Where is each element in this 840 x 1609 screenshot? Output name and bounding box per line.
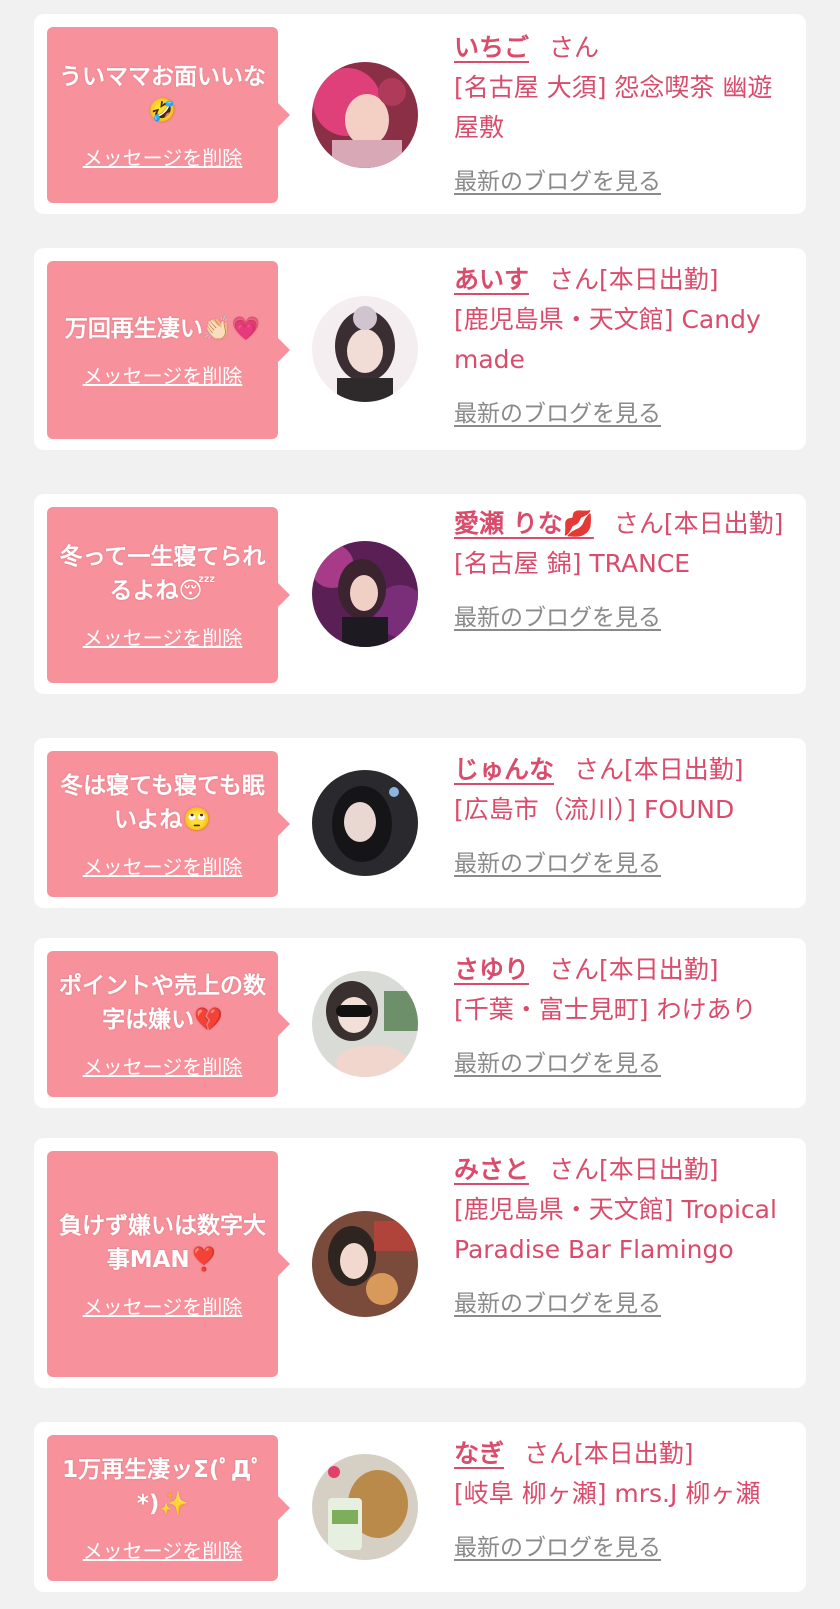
message-text: 冬って一生寝てられるよね😴 <box>59 543 266 604</box>
message-text: 負けず嫌いは数字大事MAN❣️ <box>59 1212 266 1273</box>
cast-name-link[interactable]: さゆり <box>454 955 529 984</box>
shop-name: [広島市（流川）] FOUND <box>454 795 735 824</box>
cast-info: 愛瀬 りな💋 さん[本日出勤] [名古屋 錦] TRANCE 最新のブログを見る <box>454 504 792 632</box>
name-line: いちご さん <box>454 28 792 68</box>
delete-message-link[interactable]: メッセージを削除 <box>83 142 243 171</box>
status-badge: [本日出勤] <box>599 1155 719 1184</box>
latest-blog-link[interactable]: 最新のブログを見る <box>454 162 661 196</box>
shop-name: [名古屋 錦] TRANCE <box>454 549 691 578</box>
status-badge: [本日出勤] <box>599 265 719 294</box>
profile-photo-dark-icon <box>312 770 418 876</box>
avatar[interactable] <box>312 971 418 1077</box>
honorific: さん <box>613 509 664 538</box>
cast-info: なぎ さん[本日出勤] [岐阜 柳ヶ瀬] mrs.J 柳ヶ瀬 最新のブログを見る <box>454 1434 792 1562</box>
message-card: ポイントや売上の数字は嫌い💔 メッセージを削除 さゆり さん[本日出勤] [千葉・… <box>34 938 806 1108</box>
cast-info: みさと さん[本日出勤] [鹿児島県・天文館] Tropical Paradise… <box>454 1150 792 1318</box>
shop-name: [鹿児島県・天文館] Tropical Paradise Bar Flaming… <box>454 1195 777 1264</box>
message-text: 万回再生凄い👏🏻💗 <box>64 315 261 342</box>
message-text: ういママお面いいな🤣 <box>59 63 266 124</box>
name-line: じゅんな さん[本日出勤] <box>454 750 792 790</box>
message-card: 冬って一生寝てられるよね😴 メッセージを削除 愛瀬 りな💋 さん[本日出勤] [名… <box>34 494 806 694</box>
cast-name-link[interactable]: あいす <box>454 265 529 294</box>
message-bubble: ポイントや売上の数字は嫌い💔 メッセージを削除 <box>47 951 290 1097</box>
message-text: 1万再生凄ッΣ(ﾟДﾟ*)✨ <box>62 1456 263 1517</box>
cast-info: じゅんな さん[本日出勤] [広島市（流川）] FOUND 最新のブログを見る <box>454 750 792 878</box>
name-line: さゆり さん[本日出勤] <box>454 950 792 990</box>
delete-message-link[interactable]: メッセージを削除 <box>83 360 243 389</box>
delete-message-link[interactable]: メッセージを削除 <box>83 1051 243 1080</box>
status-badge: [本日出勤] <box>599 955 719 984</box>
delete-message-link[interactable]: メッセージを削除 <box>83 622 243 651</box>
honorific: さん <box>574 755 625 784</box>
name-line: なぎ さん[本日出勤] <box>454 1434 792 1474</box>
avatar[interactable] <box>312 62 418 168</box>
avatar[interactable] <box>312 296 418 402</box>
profile-photo-purple-icon <box>312 541 418 647</box>
message-bubble: 冬は寝ても寝ても眠いよね🙄 メッセージを削除 <box>47 751 290 897</box>
delete-message-link[interactable]: メッセージを削除 <box>83 1291 243 1320</box>
profile-photo-pink-hair-icon <box>312 62 418 168</box>
status-badge: [本日出勤] <box>624 755 744 784</box>
cast-name-link[interactable]: みさと <box>454 1155 529 1184</box>
profile-photo-dog-icon <box>312 1454 418 1560</box>
name-line: みさと さん[本日出勤] <box>454 1150 792 1190</box>
shop-name: [鹿児島県・天文館] Candy made <box>454 305 761 374</box>
latest-blog-link[interactable]: 最新のブログを見る <box>454 1044 661 1078</box>
message-card: 冬は寝ても寝ても眠いよね🙄 メッセージを削除 じゅんな さん[本日出勤] [広島市… <box>34 738 806 908</box>
shop-name: [岐阜 柳ヶ瀬] mrs.J 柳ヶ瀬 <box>454 1479 761 1508</box>
name-line: あいす さん[本日出勤] <box>454 260 792 300</box>
latest-blog-link[interactable]: 最新のブログを見る <box>454 598 661 632</box>
honorific: さん <box>549 33 600 62</box>
message-card: ういママお面いいな🤣 メッセージを削除 いちご さん [名古屋 大須] 怨念喫茶 … <box>34 14 806 214</box>
delete-message-link[interactable]: メッセージを削除 <box>83 1535 243 1564</box>
message-text: 冬は寝ても寝ても眠いよね🙄 <box>60 772 265 833</box>
status-badge: [本日出勤] <box>574 1439 694 1468</box>
profile-photo-sunglasses-icon <box>312 971 418 1077</box>
latest-blog-link[interactable]: 最新のブログを見る <box>454 1528 661 1562</box>
message-bubble: ういママお面いいな🤣 メッセージを削除 <box>47 27 290 203</box>
delete-message-link[interactable]: メッセージを削除 <box>83 851 243 880</box>
profile-photo-dark-hair-icon <box>312 296 418 402</box>
latest-blog-link[interactable]: 最新のブログを見る <box>454 394 661 428</box>
name-line: 愛瀬 りな💋 さん[本日出勤] <box>454 504 792 544</box>
cast-name-link[interactable]: 愛瀬 りな💋 <box>454 509 594 538</box>
latest-blog-link[interactable]: 最新のブログを見る <box>454 1284 661 1318</box>
cast-name-link[interactable]: なぎ <box>454 1439 504 1468</box>
message-text: ポイントや売上の数字は嫌い💔 <box>59 972 266 1033</box>
message-bubble: 万回再生凄い👏🏻💗 メッセージを削除 <box>47 261 290 439</box>
shop-name: [千葉・富士見町] わけあり <box>454 995 757 1024</box>
cast-name-link[interactable]: いちご <box>454 33 529 62</box>
profile-photo-selfie-icon <box>312 1211 418 1317</box>
message-bubble: 負けず嫌いは数字大事MAN❣️ メッセージを削除 <box>47 1151 290 1377</box>
cast-name-link[interactable]: じゅんな <box>454 755 554 784</box>
shop-name: [名古屋 大須] 怨念喫茶 幽遊屋敷 <box>454 73 773 142</box>
cast-info: いちご さん [名古屋 大須] 怨念喫茶 幽遊屋敷 最新のブログを見る <box>454 28 792 196</box>
message-card: 負けず嫌いは数字大事MAN❣️ メッセージを削除 みさと さん[本日出勤] [鹿児… <box>34 1138 806 1388</box>
status-badge: [本日出勤] <box>663 509 784 538</box>
latest-blog-link[interactable]: 最新のブログを見る <box>454 844 661 878</box>
message-bubble: 1万再生凄ッΣ(ﾟДﾟ*)✨ メッセージを削除 <box>47 1435 290 1581</box>
honorific: さん <box>549 265 600 294</box>
cast-info: さゆり さん[本日出勤] [千葉・富士見町] わけあり 最新のブログを見る <box>454 950 792 1078</box>
avatar[interactable] <box>312 1454 418 1560</box>
avatar[interactable] <box>312 1211 418 1317</box>
message-card: 万回再生凄い👏🏻💗 メッセージを削除 あいす さん[本日出勤] [鹿児島県・天文館… <box>34 248 806 450</box>
cast-info: あいす さん[本日出勤] [鹿児島県・天文館] Candy made 最新のブログ… <box>454 260 792 428</box>
avatar[interactable] <box>312 541 418 647</box>
message-card: 1万再生凄ッΣ(ﾟДﾟ*)✨ メッセージを削除 なぎ さん[本日出勤] [岐阜 柳… <box>34 1422 806 1592</box>
honorific: さん <box>524 1439 575 1468</box>
avatar[interactable] <box>312 770 418 876</box>
honorific: さん <box>549 1155 600 1184</box>
honorific: さん <box>549 955 600 984</box>
message-bubble: 冬って一生寝てられるよね😴 メッセージを削除 <box>47 507 290 683</box>
